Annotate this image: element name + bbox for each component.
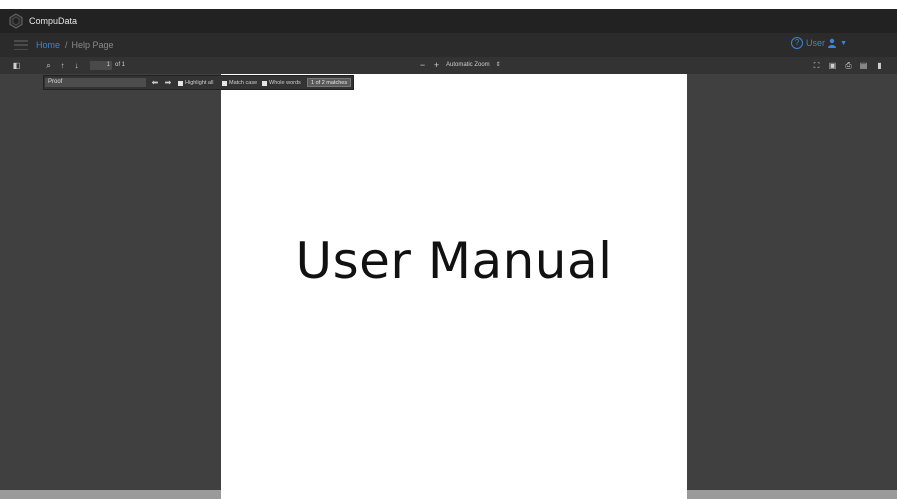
zoom-in-button[interactable]: +: [431, 59, 442, 72]
print-icon[interactable]: ⎙: [842, 59, 855, 72]
document-heading: User Manual: [295, 232, 613, 290]
zoom-level: Automatic Zoom: [446, 62, 490, 68]
question-circle-icon[interactable]: ?: [791, 37, 804, 49]
match-case-label: Match case: [229, 80, 258, 86]
bottom-strip-right: [687, 490, 897, 499]
match-case-option[interactable]: Match case: [222, 79, 257, 87]
zoom-select[interactable]: Automatic Zoom ⇕: [446, 61, 501, 70]
sidebar-toggle-icon[interactable]: ◧: [10, 59, 23, 72]
match-count-badge: 1 of 2 matches: [307, 78, 352, 87]
next-page-icon[interactable]: ↓: [70, 59, 83, 72]
presentation-mode-icon[interactable]: ⛶: [810, 59, 823, 72]
breadcrumb-current: Help Page: [71, 40, 114, 50]
whole-words-option[interactable]: Whole words: [262, 79, 301, 87]
find-next-icon[interactable]: ➡: [163, 77, 173, 88]
find-input[interactable]: Proof: [45, 78, 146, 87]
viewer-toolbar: ◧ ⌕ ↑ ↓ 1 of 1 − + Automatic Zoom ⇕ ⛶ ▣ ⎙…: [0, 57, 897, 74]
highlight-all-label: Highlight all: [185, 80, 214, 86]
bottom-strip: [0, 490, 897, 499]
search-icon[interactable]: ⌕: [42, 59, 55, 72]
find-previous-icon[interactable]: ⬅: [150, 77, 160, 88]
highlight-all-checkbox[interactable]: [178, 80, 183, 86]
bookmark-icon[interactable]: ▮: [873, 59, 886, 72]
app-frame: CompuData Home / Help Page ? User ▼ ◧ ⌕ …: [0, 0, 897, 499]
select-arrows-icon: ⇕: [495, 62, 501, 68]
highlight-all-option[interactable]: Highlight all: [178, 79, 213, 87]
page-count: of 1: [115, 62, 126, 68]
previous-page-icon[interactable]: ↑: [56, 59, 69, 72]
document-viewer[interactable]: User Manual: [0, 74, 897, 499]
breadcrumb-bar: Home / Help Page ? User ▼: [0, 33, 897, 57]
user-icon: [827, 38, 837, 48]
bottom-strip-left: [0, 490, 221, 499]
whole-words-label: Whole words: [269, 80, 301, 86]
zoom-out-button[interactable]: −: [417, 59, 428, 72]
menu-icon[interactable]: [14, 40, 28, 50]
app-logo-icon: [8, 13, 24, 29]
download-icon[interactable]: ▤: [857, 59, 870, 72]
breadcrumb-separator: /: [65, 40, 68, 50]
whole-words-checkbox[interactable]: [262, 80, 267, 86]
user-menu[interactable]: ? User ▼: [791, 37, 847, 49]
chevron-down-icon: ▼: [840, 39, 847, 47]
match-case-checkbox[interactable]: [222, 80, 227, 86]
breadcrumb-home-link[interactable]: Home: [36, 40, 60, 50]
user-label[interactable]: User: [806, 38, 825, 48]
document-page: User Manual: [221, 74, 687, 499]
app-title: CompuData: [29, 16, 78, 26]
page-number-input[interactable]: 1: [90, 61, 112, 70]
open-file-icon[interactable]: ▣: [826, 59, 839, 72]
app-bar: CompuData: [0, 9, 897, 33]
find-bar: Proof ⬅ ➡ Highlight all Match case Whole…: [43, 75, 354, 90]
